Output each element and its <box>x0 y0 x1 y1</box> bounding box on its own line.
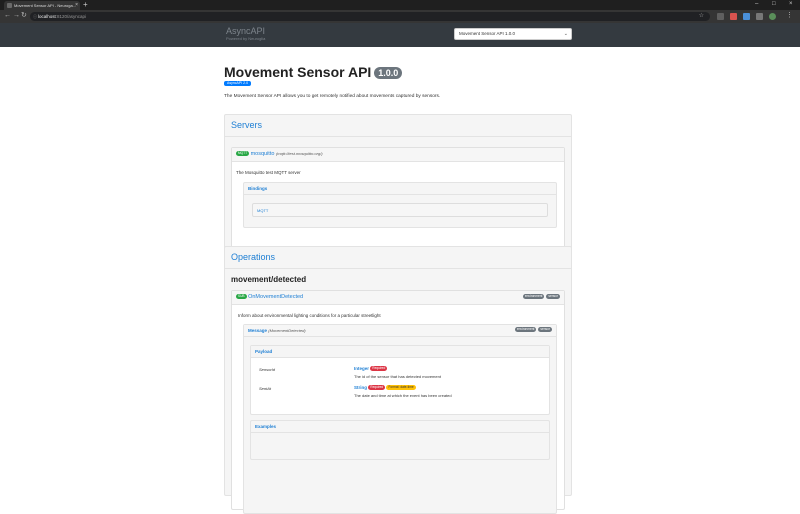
browser-menu-icon[interactable]: ⋮ <box>786 12 793 20</box>
bookmark-star-icon[interactable]: ☆ <box>699 12 704 21</box>
new-tab-icon[interactable]: + <box>83 1 88 9</box>
operations-section: Operations movement/detected SUB OnMovem… <box>224 246 572 514</box>
examples-heading[interactable]: Examples <box>251 421 549 433</box>
spec-version-badge: AsyncAPI 2.0 <box>224 81 252 86</box>
back-icon[interactable]: ← <box>4 12 11 20</box>
address-bar[interactable]: ⓘ localhost:8120/asyncapi ☆ <box>30 12 710 21</box>
app-header: AsyncAPI Powered by Neuroglia Movement S… <box>0 23 800 47</box>
protocol-badge: MQTT <box>236 151 250 156</box>
api-description: The Movement Sensor API allows you to ge… <box>224 94 441 99</box>
brand-subtitle: Powered by Neuroglia <box>226 36 266 41</box>
browser-tab[interactable]: Movement Sensor API - Neuroga... × <box>4 1 80 10</box>
server-name[interactable]: mosquitto <box>251 151 275 157</box>
servers-heading: Servers <box>225 115 571 137</box>
examples-block: Examples <box>250 420 550 460</box>
tag-badge: sensor <box>546 294 560 299</box>
field-description: The id of the sensor that has detected m… <box>354 374 441 379</box>
message-name: (MovementDetected) <box>268 328 306 333</box>
page-favicon-icon <box>7 3 12 8</box>
field-name: SentAt <box>259 386 272 391</box>
close-window-icon[interactable]: × <box>789 1 793 7</box>
format-badge: Format: date-time <box>386 385 416 390</box>
field-description: The date and time at which the event has… <box>354 393 452 398</box>
select-value: Movement Sensor API 1.0.0 <box>459 31 516 36</box>
browser-tab-bar: Movement Sensor API - Neuroga... × + – □… <box>0 0 800 10</box>
maximize-icon[interactable]: □ <box>772 1 776 7</box>
binding-item[interactable]: MQTT <box>252 203 548 217</box>
bindings-block: Bindings MQTT <box>243 182 557 228</box>
brand-title: AsyncAPI <box>226 26 266 36</box>
api-title: Movement Sensor API <box>224 64 372 80</box>
message-tags: environment sensor <box>513 327 552 332</box>
operation-description: Inform about environmental lighting cond… <box>238 313 381 318</box>
operation-header[interactable]: SUB OnMovementDetected environment sensor <box>232 291 564 305</box>
url-host: localhost <box>38 14 56 19</box>
extension-icon[interactable] <box>743 13 750 20</box>
tag-badge: environment <box>514 327 537 332</box>
close-tab-icon[interactable]: × <box>75 1 78 10</box>
info-icon: ⓘ <box>33 14 37 19</box>
channel-name: movement/detected <box>231 275 307 284</box>
operation-card: SUB OnMovementDetected environment sensor… <box>231 290 565 514</box>
operation-name[interactable]: OnMovementDetected <box>248 294 303 300</box>
tab-title: Movement Sensor API - Neuroga... <box>14 3 77 8</box>
field-name: SensorId <box>259 367 276 372</box>
extension-icon[interactable] <box>756 13 763 20</box>
field-type-row: String Required Format: date-time <box>354 385 416 390</box>
operation-kind-badge: SUB <box>236 294 247 299</box>
brand[interactable]: AsyncAPI Powered by Neuroglia <box>226 26 265 41</box>
server-header[interactable]: MQTT mosquitto (mqtt://test.mosquitto.or… <box>232 148 564 162</box>
required-badge: Required <box>370 366 388 371</box>
server-description: The Mosquitto test MQTT server <box>236 170 301 175</box>
field-type: Integer <box>354 366 370 371</box>
bindings-heading[interactable]: Bindings <box>244 183 556 195</box>
api-version-select[interactable]: Movement Sensor API 1.0.0 ⌄ <box>454 28 572 40</box>
browser-nav-bar: ← → ↻ ⓘ localhost:8120/asyncapi ☆ ⋮ <box>0 10 800 23</box>
forward-icon[interactable]: → <box>13 12 20 20</box>
operations-heading: Operations <box>225 247 571 269</box>
reload-icon[interactable]: ↻ <box>21 12 27 20</box>
operation-tags: environment sensor <box>521 294 560 300</box>
server-url: (mqtt://test.mosquitto.org/) <box>275 151 323 156</box>
required-badge: Required <box>368 385 386 390</box>
chevron-down-icon: ⌄ <box>563 31 568 37</box>
field-type-row: Integer Required <box>354 366 388 371</box>
message-label[interactable]: Message <box>248 328 267 333</box>
url-path: :8120/asyncapi <box>55 14 87 19</box>
extension-icon[interactable] <box>730 13 737 20</box>
version-badge: 1.0.0 <box>374 67 403 79</box>
minimize-icon[interactable]: – <box>755 1 758 7</box>
page-title: Movement Sensor API 1.0.0 <box>224 64 403 80</box>
tag-badge: environment <box>522 294 545 299</box>
tag-badge: sensor <box>538 327 552 332</box>
payload-heading[interactable]: Payload <box>251 346 549 358</box>
payload-block: Payload SensorId Integer Required The id… <box>250 345 550 415</box>
message-header[interactable]: Message (MovementDetected) environment se… <box>244 325 556 337</box>
field-type: String <box>354 385 367 390</box>
profile-avatar[interactable] <box>769 13 776 20</box>
message-block: Message (MovementDetected) environment se… <box>243 324 557 514</box>
extension-icon[interactable] <box>717 13 724 20</box>
